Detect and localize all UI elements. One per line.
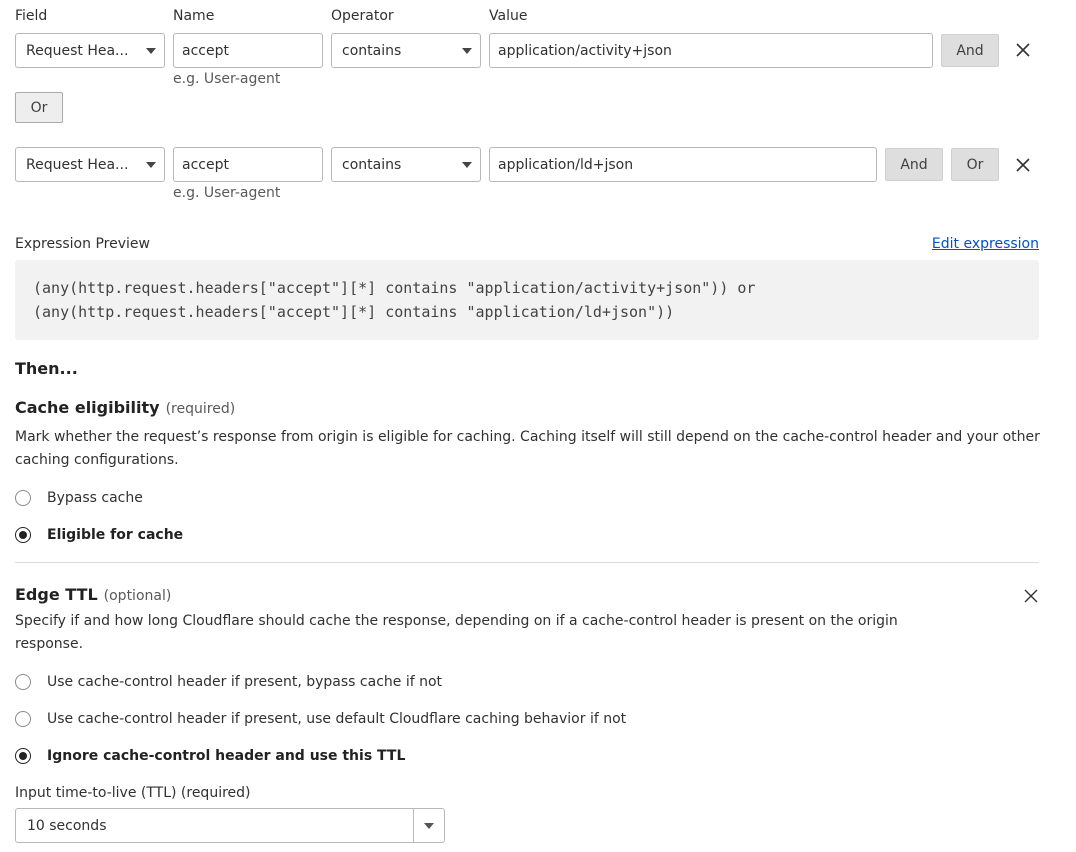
- expression-line: (any(http.request.headers["accept"][*] c…: [33, 279, 756, 297]
- or-button-row2[interactable]: Or: [951, 148, 999, 181]
- expression-preview-label: Expression Preview: [15, 236, 150, 252]
- cache-eligibility-heading: Cache eligibility (required): [15, 398, 235, 417]
- name-column-header: Name: [173, 8, 215, 24]
- operator-column-header: Operator: [331, 8, 394, 24]
- field-select-value: Request Hea...: [26, 156, 129, 173]
- cache-eligibility-description: caching configurations.: [15, 452, 179, 468]
- expression-preview: (any(http.request.headers["accept"][*] c…: [15, 260, 1039, 340]
- value-input-value: application/ld+json: [498, 156, 634, 173]
- caret-down-icon: [462, 48, 472, 54]
- close-icon[interactable]: [1014, 41, 1032, 59]
- field-select-row1[interactable]: Request Hea...: [15, 33, 165, 68]
- cache-eligibility-description: Mark whether the request’s response from…: [15, 429, 1040, 445]
- field-select-value: Request Hea...: [26, 42, 129, 59]
- eligible-for-cache-radio[interactable]: [15, 527, 31, 543]
- required-note: (required): [165, 401, 236, 417]
- close-icon[interactable]: [1014, 156, 1032, 174]
- and-button-row1[interactable]: And: [941, 34, 999, 67]
- ignore-cache-control-radio[interactable]: [15, 748, 31, 764]
- expression-line: (any(http.request.headers["accept"][*] c…: [33, 303, 675, 321]
- caret-down-icon: [462, 162, 472, 168]
- select-divider: [413, 809, 414, 842]
- value-input-row2[interactable]: application/ld+json: [489, 147, 877, 182]
- operator-select-row2[interactable]: contains: [331, 147, 481, 182]
- edge-ttl-title: Edge TTL: [15, 585, 98, 604]
- close-icon[interactable]: [1022, 587, 1040, 605]
- use-cache-control-bypass-radio[interactable]: [15, 674, 31, 690]
- use-cache-control-bypass-label[interactable]: Use cache-control header if present, byp…: [47, 674, 442, 690]
- value-input-value: application/activity+json: [498, 42, 672, 59]
- operator-select-row1[interactable]: contains: [331, 33, 481, 68]
- name-hint: e.g. User-agent: [173, 71, 281, 87]
- ttl-input-label: Input time-to-live (TTL) (required): [15, 785, 251, 801]
- name-input-row2[interactable]: accept: [173, 147, 323, 182]
- edit-expression-link[interactable]: Edit expression: [932, 236, 1039, 252]
- use-cache-control-default-label[interactable]: Use cache-control header if present, use…: [47, 711, 626, 727]
- name-hint: e.g. User-agent: [173, 185, 281, 201]
- name-input-value: accept: [182, 156, 229, 173]
- ttl-select[interactable]: 10 seconds: [15, 808, 445, 843]
- eligible-for-cache-label[interactable]: Eligible for cache: [47, 527, 183, 543]
- caret-down-icon: [146, 162, 156, 168]
- value-input-row1[interactable]: application/activity+json: [489, 33, 933, 68]
- ignore-cache-control-label[interactable]: Ignore cache-control header and use this…: [47, 748, 405, 764]
- operator-select-value: contains: [342, 156, 402, 173]
- edge-ttl-heading: Edge TTL (optional): [15, 585, 171, 604]
- ttl-select-value: 10 seconds: [27, 818, 107, 834]
- edge-ttl-description: Specify if and how long Cloudflare shoul…: [15, 613, 898, 629]
- and-button-row2[interactable]: And: [885, 148, 943, 181]
- then-heading: Then...: [15, 359, 78, 378]
- optional-note: (optional): [103, 588, 172, 604]
- use-cache-control-default-radio[interactable]: [15, 711, 31, 727]
- field-select-row2[interactable]: Request Hea...: [15, 147, 165, 182]
- name-input-value: accept: [182, 42, 229, 59]
- cache-eligibility-title: Cache eligibility: [15, 398, 160, 417]
- section-divider: [15, 562, 1039, 563]
- or-group-button[interactable]: Or: [15, 92, 63, 123]
- field-column-header: Field: [15, 8, 48, 24]
- caret-down-icon[interactable]: [424, 823, 434, 829]
- bypass-cache-radio[interactable]: [15, 490, 31, 506]
- operator-select-value: contains: [342, 42, 402, 59]
- name-input-row1[interactable]: accept: [173, 33, 323, 68]
- edge-ttl-description: response.: [15, 636, 84, 652]
- value-column-header: Value: [489, 8, 528, 24]
- bypass-cache-label[interactable]: Bypass cache: [47, 490, 143, 506]
- caret-down-icon: [146, 48, 156, 54]
